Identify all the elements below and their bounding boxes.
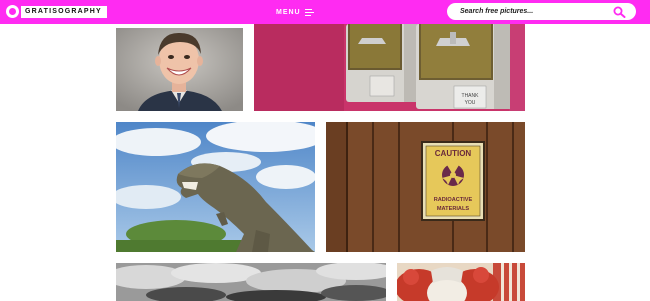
svg-text:RADIOACTIVE: RADIOACTIVE bbox=[434, 197, 473, 203]
svg-text:CAUTION: CAUTION bbox=[435, 149, 472, 158]
search-bar[interactable]: Search free pictures... bbox=[447, 3, 636, 20]
photo-smiling-man[interactable] bbox=[116, 28, 243, 111]
menu-label: MENU bbox=[276, 8, 301, 16]
photo-clown[interactable] bbox=[397, 263, 525, 301]
search-input[interactable]: Search free pictures... bbox=[460, 7, 533, 16]
gratisography-logo[interactable]: GRATISOGRAPHY bbox=[6, 5, 107, 18]
menu-button[interactable]: MENU bbox=[276, 7, 314, 17]
photo-gumball-machines[interactable]: THANK YOU bbox=[254, 24, 525, 111]
photo-caution-sign[interactable]: CAUTION RADIOACTIVE MATERIALS bbox=[326, 122, 525, 252]
svg-text:THANK: THANK bbox=[462, 93, 480, 99]
svg-text:YOU: YOU bbox=[465, 100, 476, 106]
photo-dinosaur[interactable] bbox=[116, 122, 315, 252]
svg-text:MATERIALS: MATERIALS bbox=[437, 206, 469, 212]
photo-clouds[interactable] bbox=[116, 263, 386, 301]
menu-icon bbox=[304, 8, 314, 16]
logo-icon bbox=[6, 5, 19, 18]
top-navigation-bar: GRATISOGRAPHY MENU Search free pictures.… bbox=[0, 0, 650, 24]
search-icon[interactable] bbox=[613, 6, 626, 18]
logo-text: GRATISOGRAPHY bbox=[21, 5, 107, 18]
